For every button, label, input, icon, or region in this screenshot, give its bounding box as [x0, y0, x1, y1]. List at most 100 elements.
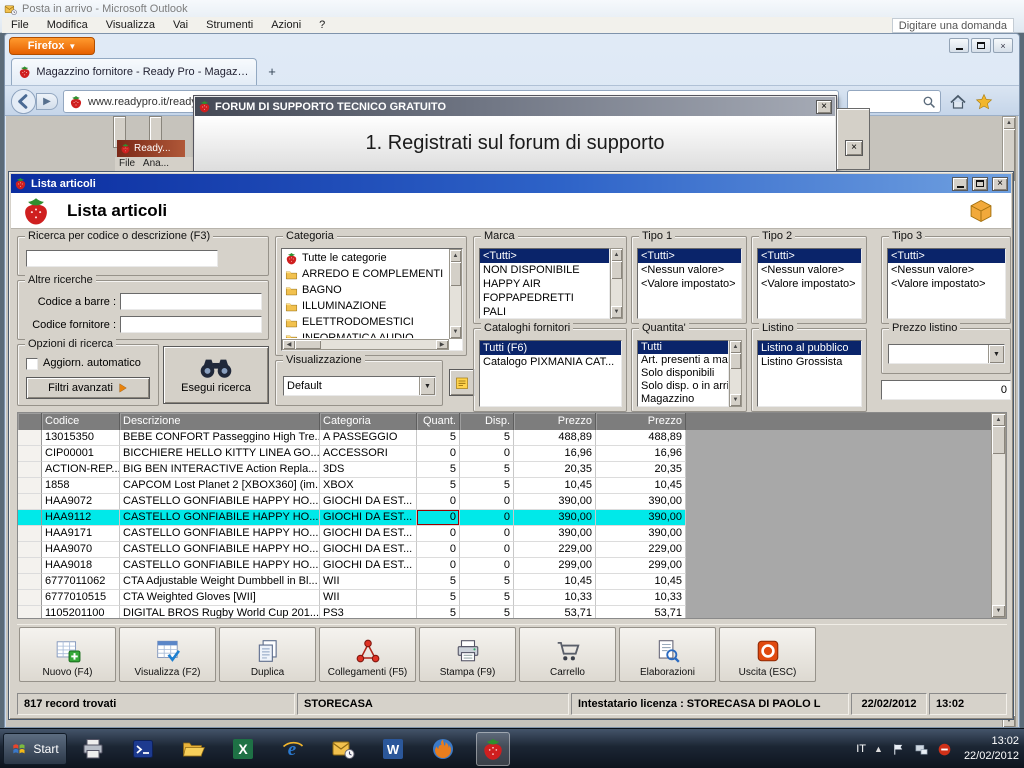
table-cell[interactable]: ACCESSORI [320, 446, 417, 462]
table-row[interactable]: 13015350 BEBE CONFORT Passeggino High Tre… [18, 430, 686, 446]
table-row[interactable]: 1858 CAPCOM Lost Planet 2 [XBOX360] (im..… [18, 478, 686, 494]
language-indicator[interactable]: IT [856, 743, 866, 755]
table-cell[interactable]: 390,00 [514, 526, 596, 542]
list-option[interactable]: HAPPY AIR [480, 277, 609, 291]
table-cell[interactable]: 13015350 [42, 430, 120, 446]
row-selector[interactable] [18, 462, 42, 478]
back-button[interactable] [10, 88, 37, 115]
table-row[interactable]: HAA9070 CASTELLO GONFIABILE HAPPY HO... GI… [18, 542, 686, 558]
table-cell[interactable]: 5 [417, 430, 460, 446]
maximize-button[interactable] [971, 38, 991, 53]
table-row[interactable]: HAA9171 CASTELLO GONFIABILE HAPPY HO... GI… [18, 526, 686, 542]
table-cell[interactable]: 0 [460, 526, 514, 542]
table-cell[interactable]: 229,00 [514, 542, 596, 558]
column-header[interactable]: Prezzo [514, 413, 596, 430]
table-cell[interactable]: GIOCHI DA EST... [320, 542, 417, 558]
category-item[interactable]: BAGNO [283, 282, 448, 298]
chevron-down-icon[interactable]: ▼ [988, 345, 1004, 363]
table-cell[interactable]: 390,00 [514, 494, 596, 510]
table-cell[interactable]: 229,00 [596, 542, 686, 558]
category-vertical-scrollbar[interactable]: ▲ ▼ [449, 249, 462, 339]
table-cell[interactable]: 5 [460, 430, 514, 446]
table-cell[interactable]: GIOCHI DA EST... [320, 558, 417, 574]
run-search-button[interactable]: Esegui ricerca [163, 346, 269, 404]
category-item[interactable]: Tutte le categorie [283, 250, 448, 266]
toolbar-button-print[interactable]: Stampa (F9) [419, 627, 516, 682]
outlook-menu-item[interactable]: ? [310, 19, 334, 31]
row-selector[interactable] [18, 606, 42, 618]
table-cell[interactable]: PS3 [320, 606, 417, 618]
outlook-menu-item[interactable]: Vai [164, 19, 197, 31]
bookmark-button[interactable] [973, 91, 995, 113]
table-cell[interactable]: DIGITAL BROS Rugby World Cup 201... [120, 606, 320, 618]
scrollbar-track[interactable] [611, 261, 622, 306]
toolbar-button-links[interactable]: Collegamenti (F5) [319, 627, 416, 682]
table-row[interactable]: HAA9018 CASTELLO GONFIABILE HAPPY HO... GI… [18, 558, 686, 574]
scroll-up-icon[interactable]: ▲ [450, 250, 461, 262]
firefox-menu-button[interactable]: Firefox ▼ [9, 37, 95, 55]
close-button[interactable]: × [992, 176, 1008, 191]
table-cell[interactable]: 0 [417, 446, 460, 462]
chevron-down-icon[interactable]: ▼ [419, 377, 435, 395]
table-cell[interactable]: 5 [460, 606, 514, 618]
scrollbar-thumb[interactable] [992, 426, 1005, 454]
scrollbar-thumb[interactable] [295, 340, 321, 349]
table-row[interactable]: HAA9072 CASTELLO GONFIABILE HAPPY HO... GI… [18, 494, 686, 510]
table-cell[interactable]: BEBE CONFORT Passeggino High Tre... [120, 430, 320, 446]
tipo3-listbox[interactable]: <Tutti> <Nessun valore> <Valore impostato> [887, 248, 1006, 319]
table-cell[interactable]: 3DS [320, 462, 417, 478]
price-amount-input[interactable] [881, 380, 1011, 400]
table-cell[interactable]: 5 [460, 574, 514, 590]
table-row[interactable]: 1105201100 DIGITAL BROS Rugby World Cup 2… [18, 606, 686, 618]
scrollbar-track[interactable] [992, 426, 1005, 605]
toolbar-button-exit[interactable]: Uscita (ESC) [719, 627, 816, 682]
table-cell[interactable]: HAA9070 [42, 542, 120, 558]
list-option[interactable]: Listino Grossista [758, 355, 861, 369]
maximize-button[interactable] [972, 176, 988, 191]
scroll-right-icon[interactable]: ▶ [436, 340, 448, 349]
table-row[interactable]: 6777010515 CTA Weighted Gloves [WII] WII 5 5… [18, 590, 686, 606]
toolbar-button-process[interactable]: Elaborazioni [619, 627, 716, 682]
scroll-down-icon[interactable]: ▼ [611, 306, 622, 318]
column-header[interactable]: Categoria [320, 413, 417, 430]
new-tab-button[interactable]: + [261, 63, 283, 82]
table-cell[interactable]: 53,71 [596, 606, 686, 618]
search-input[interactable] [26, 250, 218, 267]
row-selector[interactable] [18, 558, 42, 574]
scroll-left-icon[interactable]: ◀ [283, 340, 295, 349]
table-cell[interactable]: 0 [460, 494, 514, 510]
column-header[interactable]: Codice [42, 413, 120, 430]
list-option[interactable]: Art. presenti a maga... [638, 354, 728, 367]
table-cell[interactable]: 10,45 [514, 574, 596, 590]
table-cell[interactable]: 16,96 [596, 446, 686, 462]
row-selector[interactable] [18, 574, 42, 590]
row-selector[interactable] [18, 526, 42, 542]
scroll-down-icon[interactable]: ▼ [450, 326, 461, 338]
row-selector[interactable] [18, 542, 42, 558]
category-item[interactable]: ELETTRODOMESTICI [283, 314, 448, 330]
scroll-up-icon[interactable]: ▲ [992, 414, 1005, 426]
table-row[interactable]: ACTION-REP... BIG BEN INTERACTIVE Action … [18, 462, 686, 478]
list-option[interactable]: <Nessun valore> [888, 263, 1005, 277]
column-header[interactable]: Descrizione [120, 413, 320, 430]
list-option[interactable]: Magazzino [638, 393, 728, 406]
tipo1-listbox[interactable]: <Tutti> <Nessun valore> <Valore impostato> [637, 248, 742, 319]
barcode-input[interactable] [120, 293, 262, 310]
table-cell[interactable]: 390,00 [596, 510, 686, 526]
list-option[interactable]: PALI [480, 305, 609, 318]
start-button[interactable]: Start [3, 733, 67, 765]
table-cell[interactable]: 16,96 [514, 446, 596, 462]
taskbar-app-printer[interactable] [76, 732, 110, 766]
taskbar-app-outlook-app[interactable] [326, 732, 360, 766]
list-option[interactable]: <Valore impostato> [638, 277, 741, 291]
table-cell[interactable]: 0 [460, 510, 514, 526]
table-cell[interactable]: 5 [460, 462, 514, 478]
list-option[interactable]: Tutti (F6) [480, 341, 621, 355]
category-item[interactable]: ARREDO E COMPLEMENTI [283, 266, 448, 282]
close-button[interactable]: × [993, 38, 1013, 53]
scroll-up-icon[interactable]: ▲ [611, 249, 622, 261]
list-option[interactable]: Tutti [638, 341, 728, 354]
column-header[interactable]: Quant. [417, 413, 460, 430]
table-cell[interactable]: 5 [417, 478, 460, 494]
supplier-code-input[interactable] [120, 316, 262, 333]
